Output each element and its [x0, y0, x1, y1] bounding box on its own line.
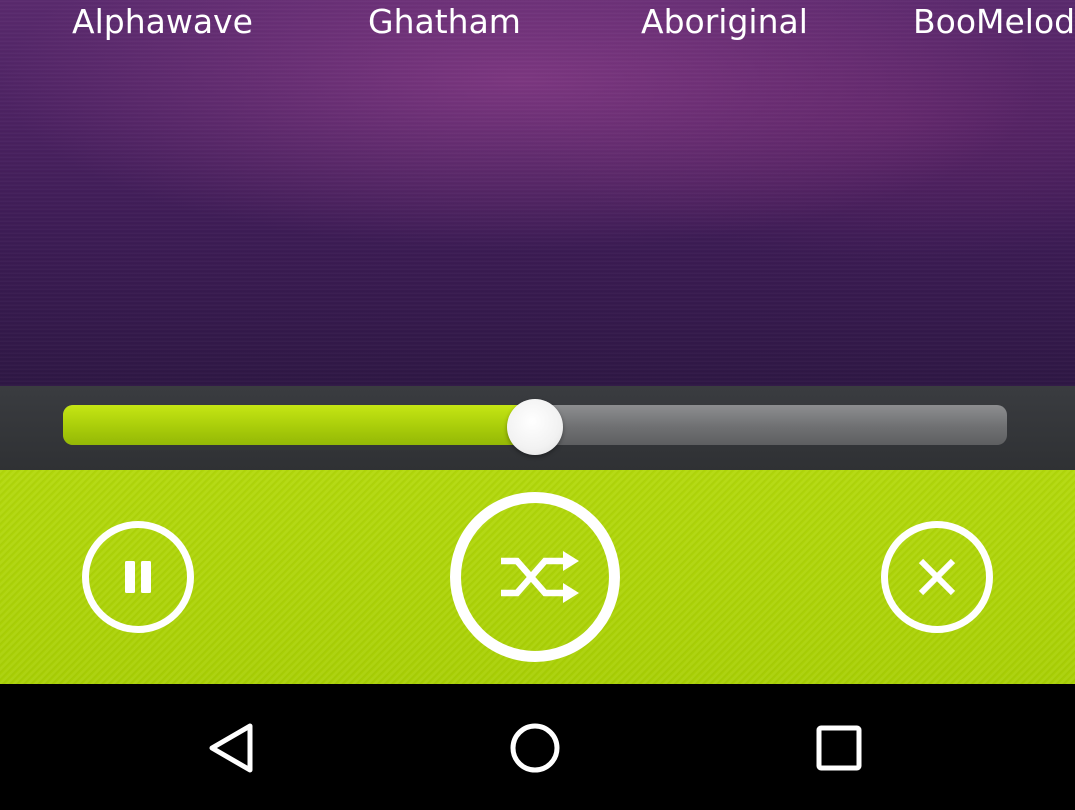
background-image	[0, 0, 1075, 390]
shuffle-icon	[501, 551, 579, 603]
home-button[interactable]	[503, 716, 567, 780]
tab-ghatham[interactable]: Ghatham	[368, 0, 521, 44]
tab-boomelod[interactable]: BooMelod	[913, 0, 1075, 44]
category-tabs: Alphawave Ghatham Aboriginal BooMelod	[0, 0, 1075, 48]
back-button[interactable]	[200, 716, 264, 780]
tab-aboriginal[interactable]: Aboriginal	[641, 0, 808, 44]
home-circle-icon	[510, 723, 560, 773]
recents-square-icon	[816, 725, 862, 771]
close-button[interactable]	[881, 521, 993, 633]
back-triangle-icon	[209, 723, 253, 773]
pause-icon	[125, 561, 151, 593]
seek-bar-progress	[63, 405, 535, 445]
seek-bar-thumb[interactable]	[507, 399, 563, 455]
shuffle-button[interactable]	[450, 492, 620, 662]
close-icon	[918, 558, 956, 596]
music-player-screen: Alphawave Ghatham Aboriginal BooMelod	[0, 0, 1075, 810]
pause-button[interactable]	[82, 521, 194, 633]
recents-button[interactable]	[807, 716, 871, 780]
tab-alphawave[interactable]: Alphawave	[72, 0, 253, 44]
